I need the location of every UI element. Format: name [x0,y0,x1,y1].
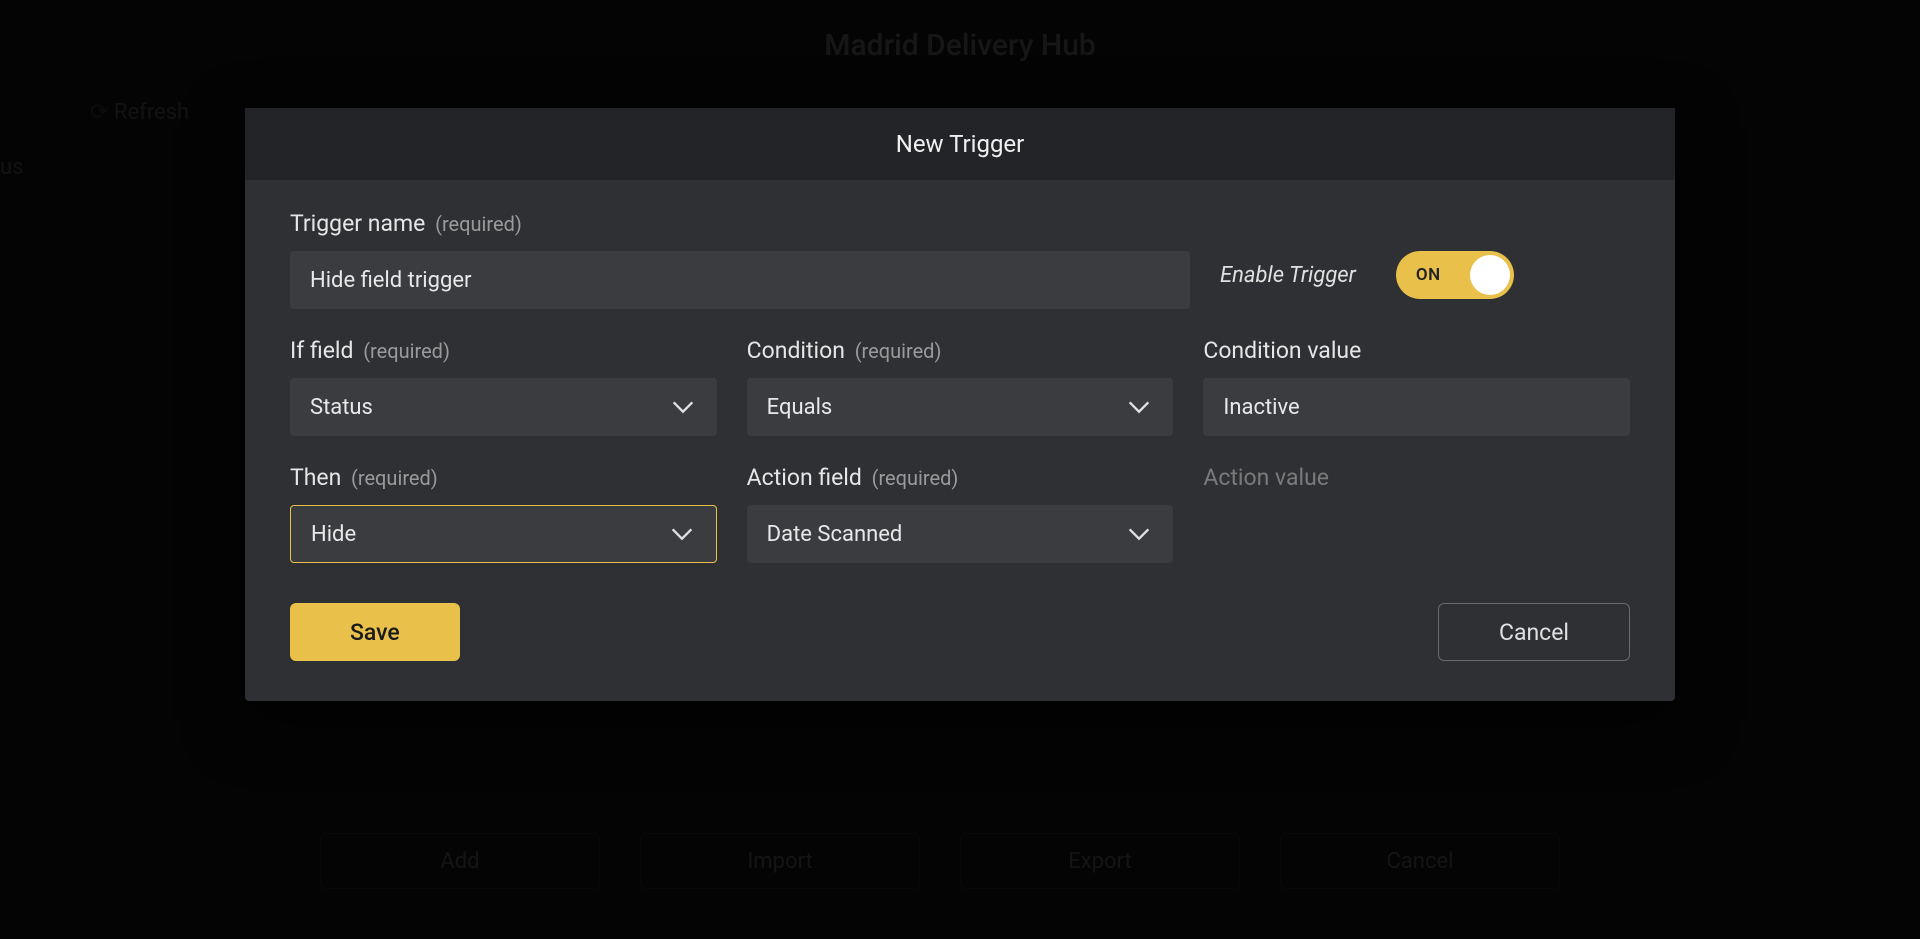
condition-label-text: Condition [747,337,845,364]
required-marker: (required) [351,466,438,490]
enable-trigger-group: Enable Trigger ON [1220,251,1630,309]
required-marker: (required) [363,339,450,363]
condition-value-label: Condition value [1203,337,1630,364]
condition-value-group: Condition value [1203,337,1630,436]
condition-value: Equals [767,395,833,420]
condition-label: Condition (required) [747,337,1174,364]
action-field-label-text: Action field [747,464,862,491]
cancel-button[interactable]: Cancel [1438,603,1630,661]
then-value: Hide [311,522,356,547]
required-marker: (required) [435,212,522,236]
modal-title: New Trigger [245,108,1675,180]
enable-trigger-toggle[interactable]: ON [1396,251,1514,299]
required-marker: (required) [855,339,942,363]
toggle-state-label: ON [1416,265,1441,285]
new-trigger-modal: New Trigger Trigger name (required) Enab… [245,108,1675,701]
chevron-down-icon [669,393,697,421]
modal-buttons: Save Cancel [290,603,1630,661]
trigger-name-group: Trigger name (required) [290,210,1190,309]
modal-overlay: New Trigger Trigger name (required) Enab… [0,0,1920,939]
trigger-name-label: Trigger name (required) [290,210,1190,237]
condition-group: Condition (required) Equals [747,337,1174,436]
condition-value-input[interactable] [1203,378,1630,436]
action-field-value: Date Scanned [767,522,903,547]
then-label-text: Then [290,464,341,491]
chevron-down-icon [1125,393,1153,421]
then-select[interactable]: Hide [290,505,717,563]
chevron-down-icon [1125,520,1153,548]
then-label: Then (required) [290,464,717,491]
if-field-label: If field (required) [290,337,717,364]
modal-body: Trigger name (required) Enable Trigger O… [245,180,1675,701]
action-field-label: Action field (required) [747,464,1174,491]
toggle-knob [1470,255,1510,295]
if-field-value: Status [310,395,373,420]
chevron-down-icon [668,520,696,548]
action-field-group: Action field (required) Date Scanned [747,464,1174,563]
action-value-group: Action value [1203,464,1630,563]
then-group: Then (required) Hide [290,464,717,563]
if-field-label-text: If field [290,337,353,364]
if-field-group: If field (required) Status [290,337,717,436]
save-button[interactable]: Save [290,603,460,661]
action-field-select[interactable]: Date Scanned [747,505,1174,563]
required-marker: (required) [872,466,959,490]
enable-trigger-label: Enable Trigger [1220,263,1356,288]
action-value-label: Action value [1203,464,1630,491]
action-value-placeholder [1203,505,1630,563]
trigger-name-label-text: Trigger name [290,210,425,237]
if-field-select[interactable]: Status [290,378,717,436]
trigger-name-input[interactable] [290,251,1190,309]
condition-select[interactable]: Equals [747,378,1174,436]
